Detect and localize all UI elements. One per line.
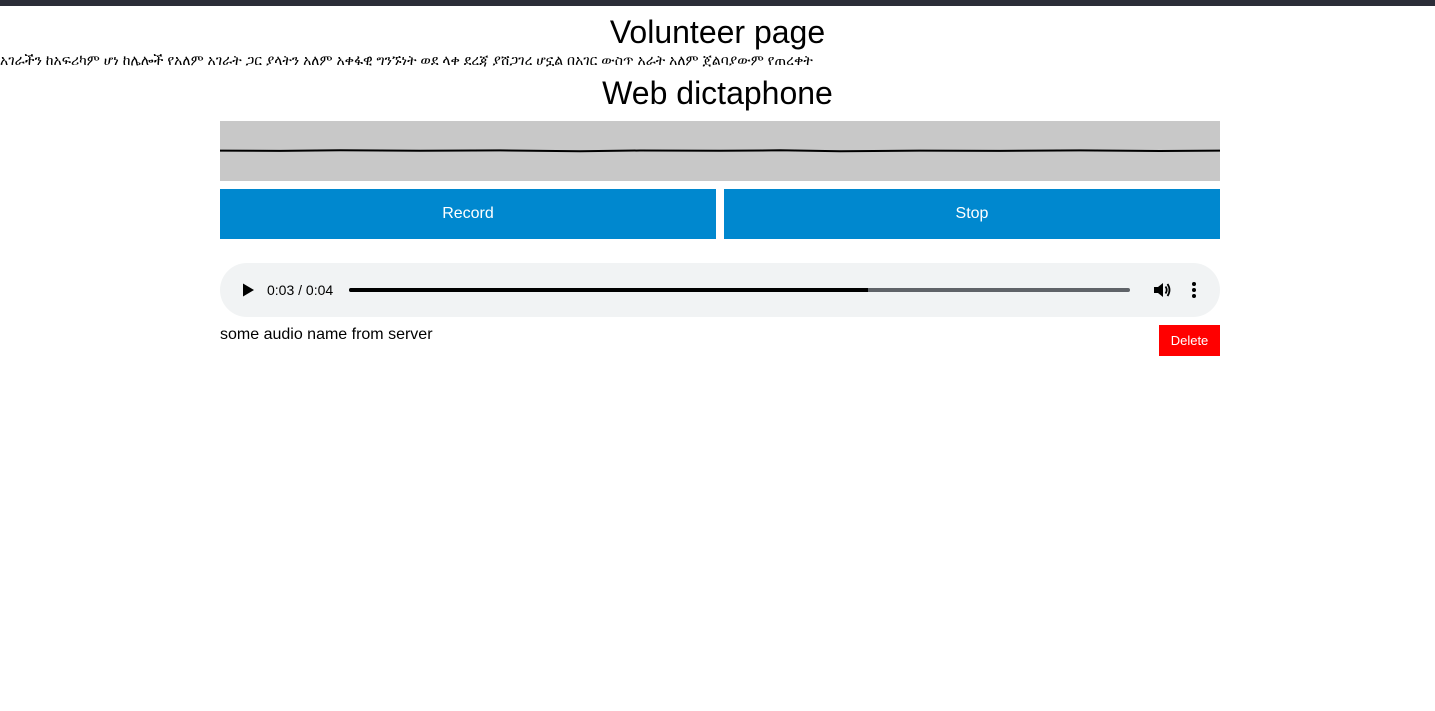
waveform-line	[220, 149, 1220, 153]
waveform-visualizer	[220, 121, 1220, 181]
intro-text: አገራችን ከአፍሪካም ሆነ ከሌሎች የአለም አገራት ጋር ያላትን አ…	[0, 52, 813, 68]
delete-button[interactable]: Delete	[1159, 325, 1220, 356]
audio-player[interactable]: 0:03 / 0:04	[220, 263, 1220, 317]
progress-fill	[349, 288, 868, 292]
time-display: 0:03 / 0:04	[267, 282, 334, 298]
stop-button[interactable]: Stop	[724, 189, 1220, 239]
page-title: Volunteer page	[609, 14, 826, 50]
more-vert-icon[interactable]	[1184, 280, 1204, 300]
progress-slider[interactable]	[349, 288, 1130, 292]
top-strip	[0, 0, 1435, 6]
volume-icon[interactable]	[1152, 280, 1172, 300]
clip-name: some audio name from server	[220, 326, 433, 343]
play-icon[interactable]	[240, 282, 256, 298]
record-button[interactable]: Record	[220, 189, 716, 239]
dictaphone-title: Web dictaphone	[602, 75, 833, 111]
